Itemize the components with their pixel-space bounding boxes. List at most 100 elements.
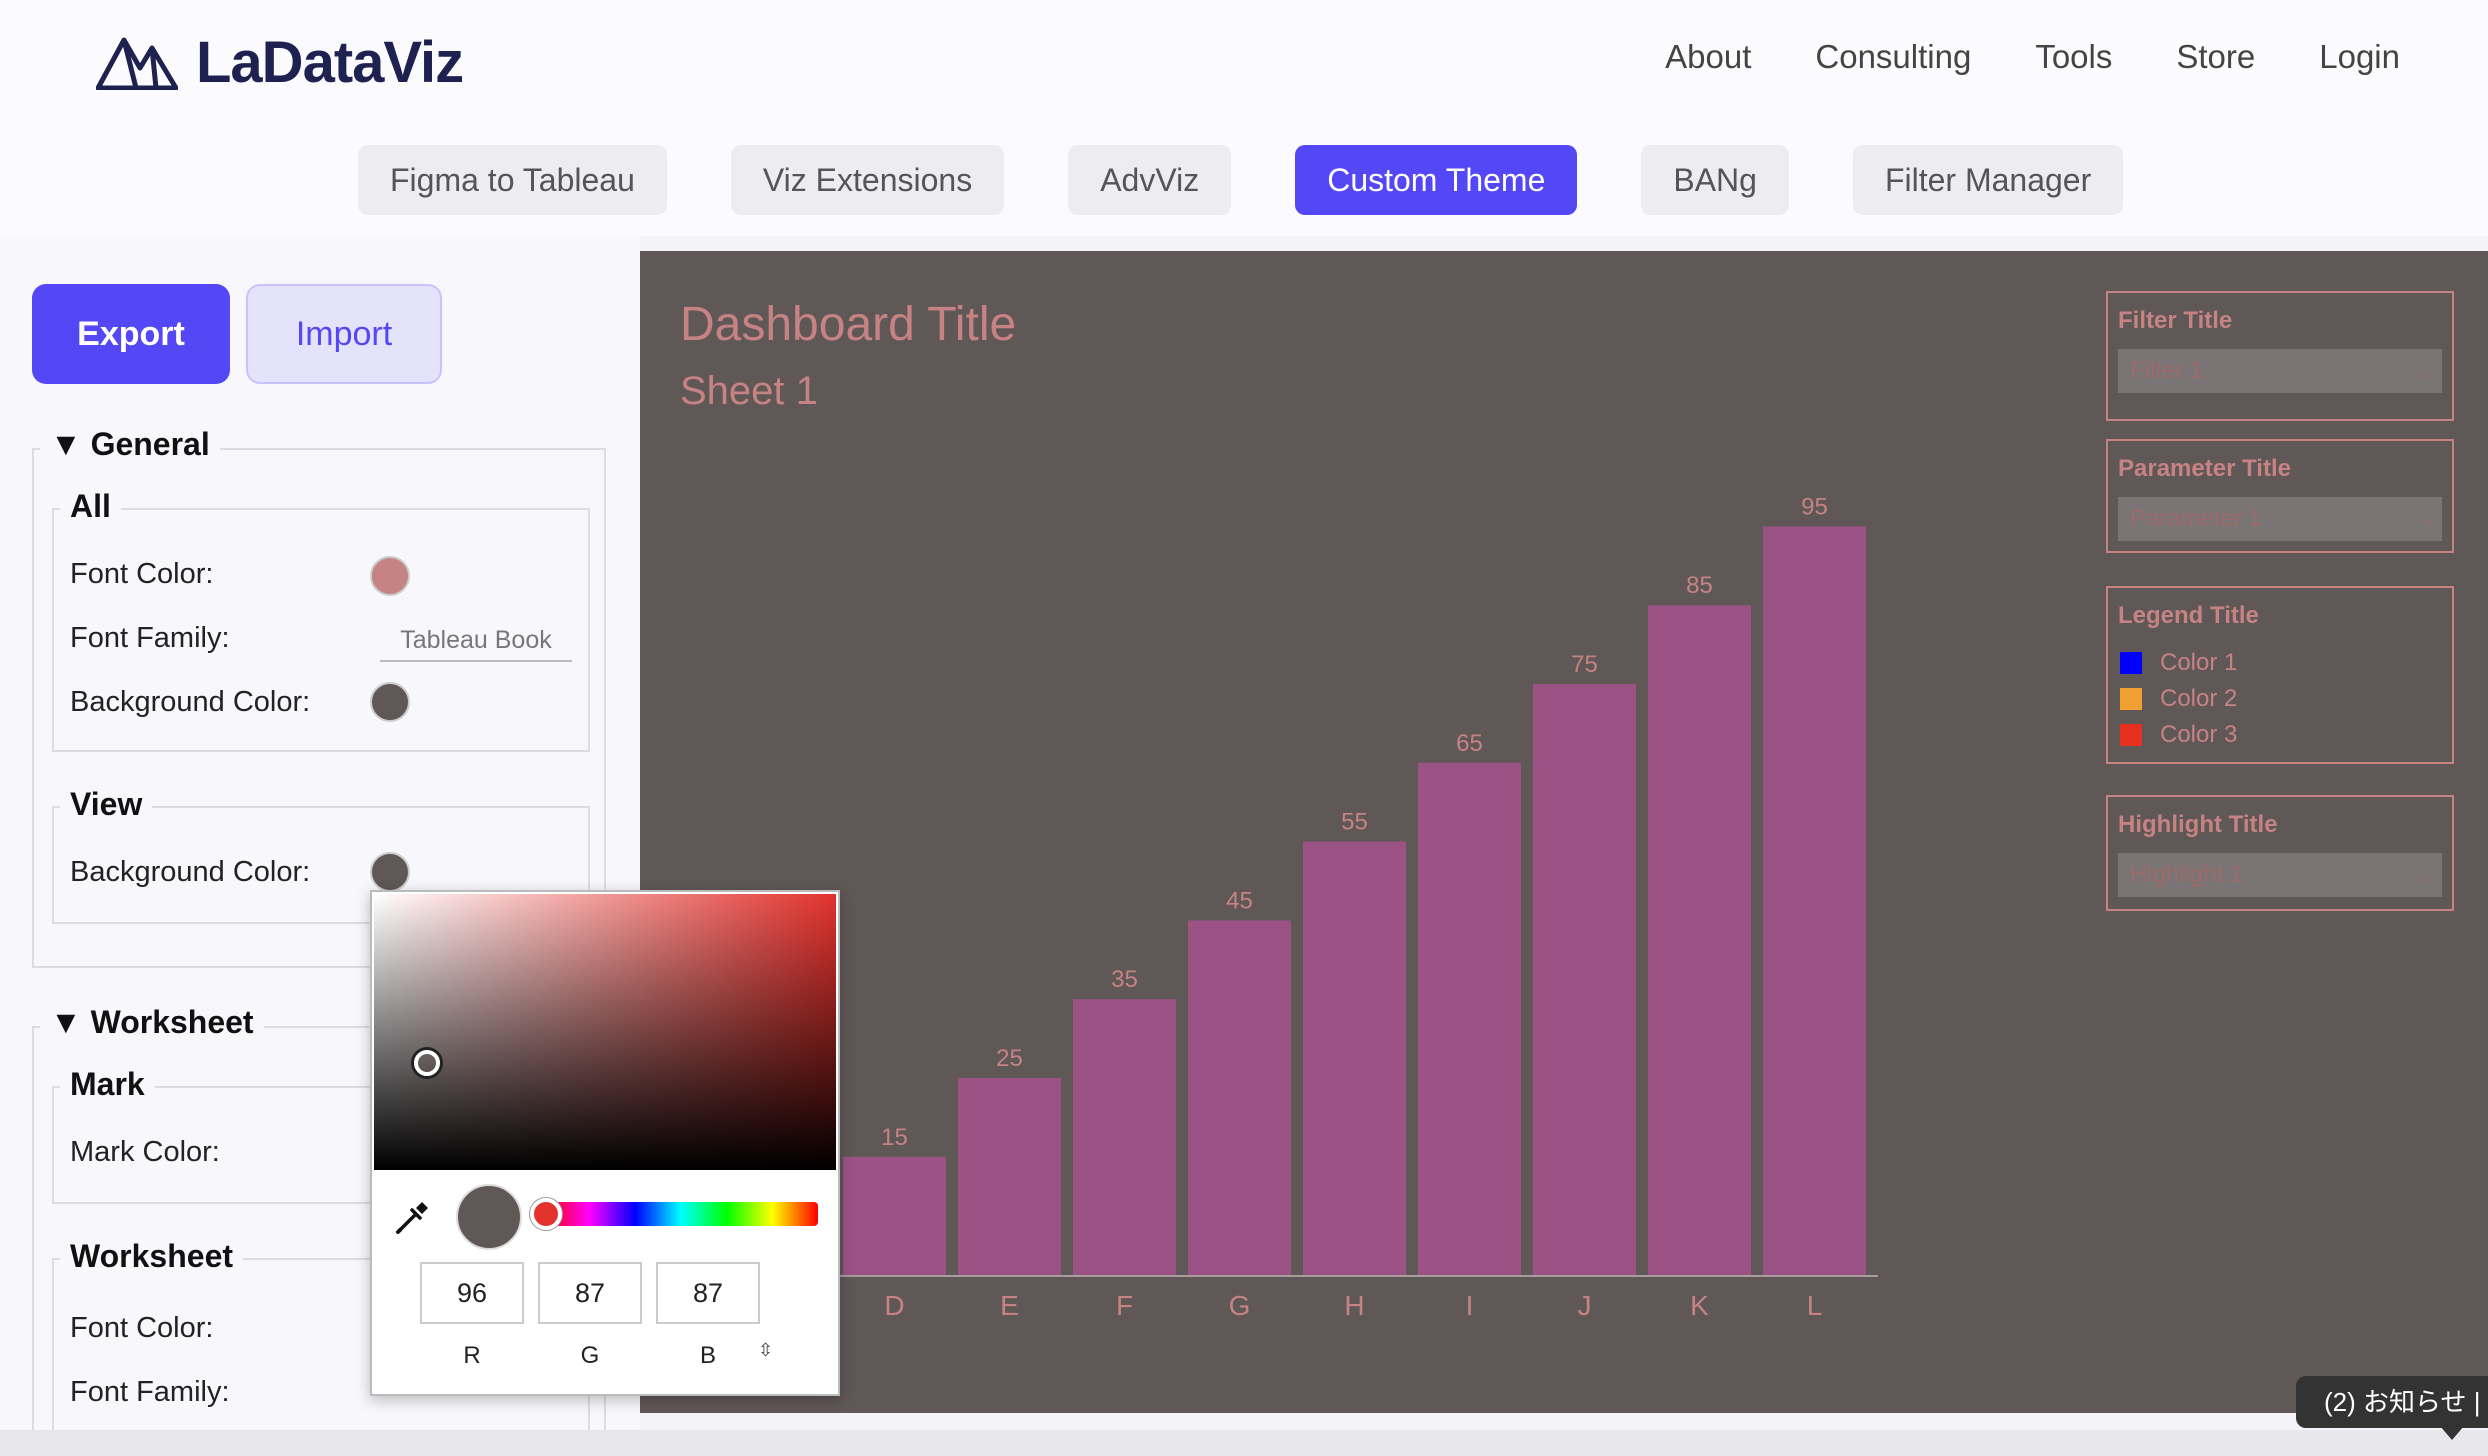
all-group-title: All	[60, 488, 121, 525]
chevron-down-icon: ⌵	[2417, 862, 2434, 887]
legend-item: Color 3	[2120, 720, 2237, 750]
mountain-logo-icon	[96, 37, 178, 90]
data-label-f: 35	[1111, 966, 1138, 993]
nav-login[interactable]: Login	[2319, 38, 2400, 76]
worksheet-font-color-label: Font Color:	[70, 1312, 214, 1344]
saturation-handle[interactable]	[414, 1050, 440, 1076]
legend-label: Color 2	[2160, 685, 2238, 712]
x-tick-label-f: F	[1116, 1290, 1133, 1321]
parameter-card: Parameter Title Parameter 1 ⌵	[2106, 439, 2454, 553]
nav-consulting[interactable]: Consulting	[1815, 38, 1971, 76]
blue-value-input[interactable]	[656, 1262, 760, 1324]
legend-swatch-color-1	[2120, 652, 2142, 674]
mark-color-label: Mark Color:	[70, 1136, 220, 1168]
dashboard-preview: Dashboard Title Sheet 1 10A20B30C15D25E3…	[640, 251, 2488, 1413]
tab-figma-to-tableau[interactable]: Figma to Tableau	[358, 145, 667, 215]
filter-dropdown[interactable]: Filter 1 ⌵	[2118, 349, 2442, 393]
x-tick-label-l: L	[1807, 1290, 1823, 1321]
parameter-title: Parameter Title	[2118, 455, 2291, 482]
blue-label: B	[699, 1342, 716, 1369]
bar-i[interactable]	[1418, 762, 1521, 1275]
top-navigation: About Consulting Tools Store Login	[1665, 38, 2400, 76]
data-label-d: 15	[881, 1124, 908, 1151]
bar-chart: 10A20B30C15D25E35F45G55H65I75J85K95L	[640, 493, 1878, 1321]
tab-advviz[interactable]: AdvViz	[1068, 145, 1232, 215]
brand-name: LaDataViz	[196, 29, 464, 95]
view-group-title: View	[60, 786, 153, 823]
legend-card: Legend Title Color 1 Color 2 Color 3	[2106, 586, 2454, 764]
worksheet-group-title: Worksheet	[60, 1238, 244, 1275]
tab-viz-extensions[interactable]: Viz Extensions	[730, 145, 1005, 215]
import-button[interactable]: Import	[246, 284, 442, 384]
saturation-area[interactable]	[374, 894, 836, 1170]
data-label-h: 55	[1341, 809, 1368, 836]
worksheet-font-family-label: Font Family:	[70, 1376, 230, 1408]
bar-j[interactable]	[1533, 684, 1636, 1275]
green-value-input[interactable]	[538, 1262, 642, 1324]
font-family-input[interactable]	[380, 620, 572, 662]
background-color-label: Background Color:	[70, 686, 311, 718]
bar-g[interactable]	[1188, 920, 1291, 1275]
legend-item: Color 1	[2120, 648, 2237, 678]
legend-label: Color 1	[2160, 649, 2238, 676]
data-label-i: 65	[1456, 730, 1483, 757]
highlight-card: Highlight Title Highlight 1 ⌵	[2106, 795, 2454, 911]
tool-tabs: Figma to Tableau Viz Extensions AdvViz C…	[358, 145, 2124, 215]
x-tick-label-i: I	[1466, 1290, 1474, 1321]
legend-swatch-color-2	[2120, 688, 2142, 710]
x-tick-label-e: E	[1000, 1290, 1019, 1321]
x-tick-label-j: J	[1578, 1290, 1592, 1321]
view-background-color-label: Background Color:	[70, 856, 311, 888]
green-label: G	[580, 1342, 600, 1369]
x-tick-label-g: G	[1229, 1290, 1251, 1321]
red-value-input[interactable]	[420, 1262, 524, 1324]
tab-filter-manager[interactable]: Filter Manager	[1852, 145, 2124, 215]
mark-group-title: Mark	[60, 1066, 155, 1103]
data-label-j: 75	[1571, 651, 1598, 678]
filter-card: Filter Title Filter 1 ⌵	[2106, 291, 2454, 421]
hue-slider-handle[interactable]	[530, 1198, 562, 1230]
hue-slider[interactable]	[544, 1202, 818, 1226]
x-tick-label-k: K	[1690, 1290, 1709, 1321]
font-color-label: Font Color:	[70, 558, 214, 590]
bar-l[interactable]	[1763, 526, 1866, 1275]
tab-bang[interactable]: BANg	[1641, 145, 1789, 215]
background-color-swatch[interactable]	[370, 682, 410, 722]
tab-custom-theme[interactable]: Custom Theme	[1295, 145, 1578, 215]
bar-f[interactable]	[1073, 999, 1176, 1275]
data-label-e: 25	[996, 1045, 1023, 1072]
bar-h[interactable]	[1303, 841, 1406, 1275]
x-tick-label-d: D	[884, 1290, 904, 1321]
parameter-value: Parameter 1	[2130, 505, 2263, 532]
bar-d[interactable]	[843, 1156, 946, 1275]
highlight-value: Highlight 1	[2130, 861, 2244, 888]
legend-label: Color 3	[2160, 721, 2238, 748]
notification-toast[interactable]: (2) お知らせ |	[2296, 1376, 2488, 1428]
font-color-swatch[interactable]	[370, 556, 410, 596]
filter-value: Filter 1	[2130, 357, 2204, 384]
highlight-dropdown[interactable]: Highlight 1 ⌵	[2118, 853, 2442, 897]
nav-tools[interactable]: Tools	[2035, 38, 2112, 76]
nav-store[interactable]: Store	[2176, 38, 2255, 76]
parameter-dropdown[interactable]: Parameter 1 ⌵	[2118, 497, 2442, 541]
general-all-group: All Font Color: Font Family: Background …	[52, 488, 590, 752]
legend-item: Color 2	[2120, 684, 2237, 714]
legend-swatch-color-3	[2120, 724, 2142, 746]
nav-about[interactable]: About	[1665, 38, 1751, 76]
notification-pointer	[2440, 1426, 2464, 1440]
brand-logo[interactable]: LaDataViz	[96, 29, 464, 95]
site-header: LaDataViz About Consulting Tools Store L…	[0, 0, 2488, 236]
export-button[interactable]: Export	[32, 284, 230, 384]
data-label-k: 85	[1686, 572, 1713, 599]
format-toggle-icon[interactable]: ⇳	[758, 1340, 773, 1361]
legend-title: Legend Title	[2118, 602, 2259, 629]
filter-title: Filter Title	[2118, 307, 2233, 334]
bar-k[interactable]	[1648, 605, 1751, 1275]
view-background-color-swatch[interactable]	[370, 852, 410, 892]
bar-e[interactable]	[958, 1078, 1061, 1275]
general-section-toggle[interactable]: ▼ General	[40, 426, 220, 463]
color-picker-popup: R G B ⇳	[370, 890, 840, 1396]
selected-color-preview	[456, 1184, 522, 1250]
eyedropper-icon[interactable]	[392, 1198, 432, 1238]
worksheet-section-toggle[interactable]: ▼ Worksheet	[40, 1004, 264, 1041]
